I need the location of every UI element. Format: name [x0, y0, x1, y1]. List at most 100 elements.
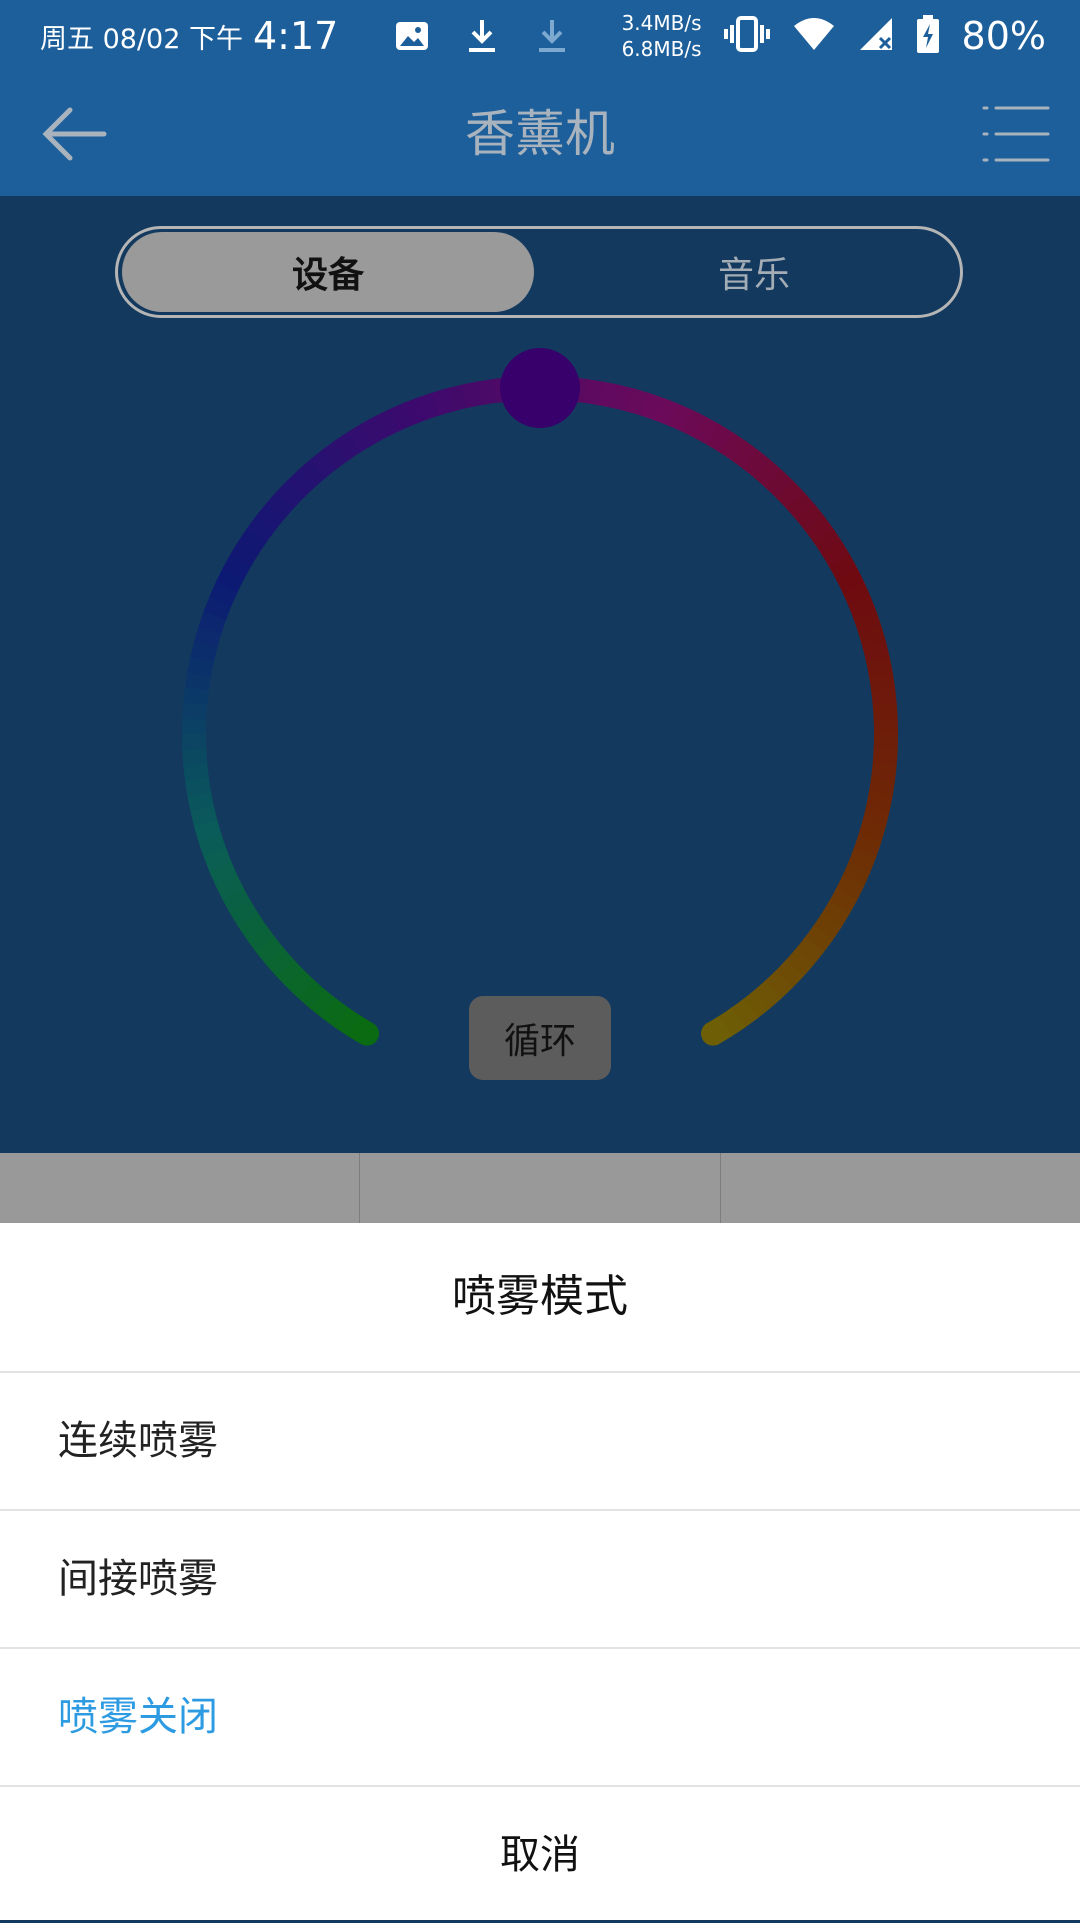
wifi-icon [792, 16, 836, 56]
ring-segment [283, 966, 295, 979]
ring-segment [206, 628, 211, 645]
ring-segment [700, 427, 715, 435]
image-icon [392, 16, 432, 56]
network-speed: 3.4MB/s 6.8MB/s [622, 10, 702, 62]
spray-mode-sheet: 喷雾模式 连续喷雾 间接喷雾 喷雾关闭 取消 [0, 1223, 1080, 1920]
battery-level: 80% [962, 14, 1046, 58]
tab-music[interactable]: 音乐 [548, 232, 960, 312]
ring-segment [713, 434, 728, 443]
ring-segment [394, 413, 410, 420]
ring-segment [225, 878, 233, 894]
app-bar: 香薰机 [0, 72, 1080, 196]
ring-segment [864, 838, 870, 855]
ring-segment [329, 449, 343, 459]
list-menu-icon [980, 102, 1052, 166]
ring-segment [854, 588, 861, 604]
page-title: 香薰机 [0, 72, 1080, 196]
ring-segment [247, 918, 257, 933]
menu-button[interactable] [980, 102, 1052, 166]
signal-icon [858, 16, 894, 56]
ring-segment [795, 500, 806, 513]
ring-segment [232, 892, 240, 907]
ring-segment [630, 400, 647, 405]
ring-segment [202, 642, 206, 659]
ring-segment [883, 689, 885, 706]
ring-segment [600, 393, 617, 396]
bottom-tab[interactable] [360, 1153, 720, 1223]
main-content: 设备 音乐 循环 [0, 196, 1080, 1154]
bottom-tab[interactable] [0, 1153, 360, 1223]
option-spray-off[interactable]: 喷雾关闭 [0, 1649, 1080, 1787]
ring-segment [220, 586, 227, 602]
ring-segment [874, 644, 878, 661]
option-intermittent-spray[interactable]: 间接喷雾 [0, 1511, 1080, 1649]
ring-segment [255, 930, 265, 944]
ring-segment [318, 458, 332, 469]
ring-segment [197, 672, 200, 689]
ring-segment [658, 409, 674, 415]
option-continuous-spray[interactable]: 连续喷雾 [0, 1373, 1080, 1511]
ring-segment [205, 821, 210, 838]
ring-segment [210, 613, 216, 630]
ring-segment [257, 521, 267, 535]
ring-segment [838, 894, 846, 909]
ring-segment [195, 686, 197, 703]
ring-segment [772, 979, 785, 991]
ring-segment [194, 701, 195, 718]
ring-segment [465, 393, 482, 396]
color-knob[interactable] [500, 348, 580, 428]
ring-segment [822, 920, 832, 935]
ring-segment [316, 997, 330, 1008]
ring-segment [294, 977, 307, 989]
battery-charging-icon [916, 14, 940, 58]
ring-segment [422, 403, 439, 409]
ring-segment [354, 433, 369, 442]
bottom-tab[interactable] [721, 1153, 1080, 1223]
ring-segment [239, 905, 248, 920]
ring-segment [832, 548, 841, 563]
ring-segment [823, 536, 833, 551]
cancel-button[interactable]: 取消 [0, 1787, 1080, 1923]
ring-segment [240, 546, 249, 561]
ring-segment [785, 489, 797, 502]
ring-segment [644, 404, 661, 410]
ring-segment [783, 968, 795, 981]
ring-segment [803, 945, 814, 959]
ring-segment [275, 498, 287, 511]
ring-segment [751, 459, 765, 470]
tab-device[interactable]: 设备 [122, 232, 534, 312]
ring-end-cap [701, 1022, 725, 1046]
ring-segment [342, 441, 357, 451]
mode-button[interactable]: 循环 [469, 996, 611, 1080]
ring-segment [831, 907, 840, 922]
ring-segment [285, 488, 297, 501]
ring-segment [881, 674, 884, 691]
ring-segment [450, 396, 467, 400]
ring-segment [233, 559, 241, 574]
back-button[interactable] [40, 102, 112, 166]
ring-segment [853, 866, 860, 882]
ring-segment [874, 809, 878, 826]
ring-segment [327, 1007, 341, 1017]
ring-segment [840, 561, 848, 576]
ring-segment [219, 864, 226, 880]
download-icon [462, 16, 502, 56]
ring-segment [199, 657, 202, 674]
ring-segment [672, 414, 688, 421]
ring-segment [813, 932, 823, 946]
ring-segment [197, 777, 200, 794]
ring-segment [847, 574, 855, 590]
ring-segment [306, 467, 319, 478]
ring-segment [724, 1017, 739, 1027]
ring-segment [749, 999, 763, 1010]
color-ring[interactable] [194, 388, 886, 1046]
ring-segment [884, 749, 885, 766]
ring-segment [214, 850, 220, 866]
upload-speed: 3.4MB/s [622, 10, 702, 36]
status-date: 周五 08/02 下午 [40, 17, 243, 56]
ring-segment [199, 792, 202, 809]
ring-segment [736, 1009, 750, 1019]
ring-segment [367, 426, 382, 434]
download-faded-icon [532, 16, 572, 56]
ring-segment [264, 943, 275, 957]
